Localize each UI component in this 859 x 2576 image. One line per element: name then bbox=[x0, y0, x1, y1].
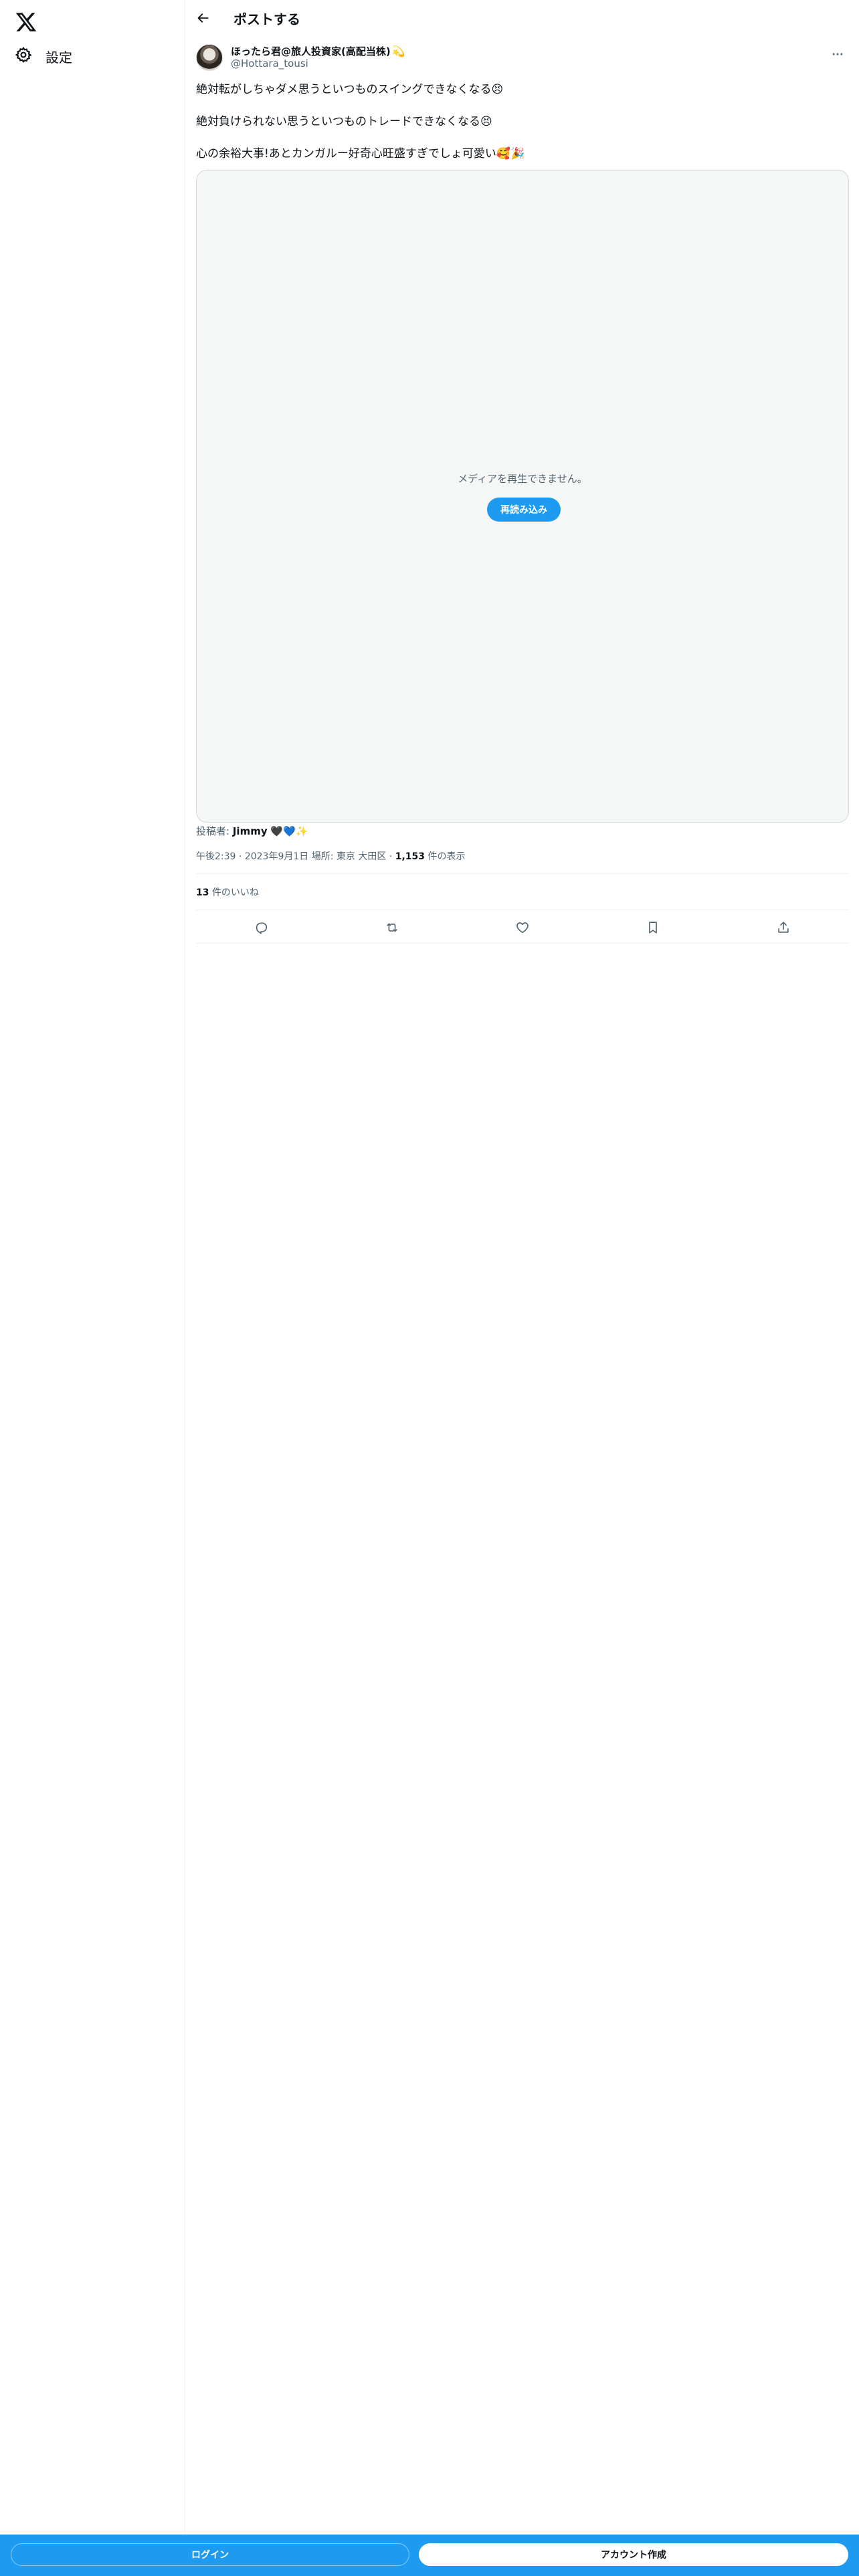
avatar[interactable] bbox=[196, 44, 223, 71]
author-handle[interactable]: @Hottara_tousi bbox=[231, 58, 308, 70]
separator: · bbox=[389, 851, 395, 862]
main-column: ポストする ほったら君@旅人投資家(高配当株) 💫 @Hottara_tousi … bbox=[185, 0, 859, 2535]
posted-by-name[interactable]: Jimmy bbox=[233, 825, 268, 837]
post-text-line: 絶対負けられない思うといつものトレードできなくなる😣 bbox=[196, 115, 492, 128]
gear-icon bbox=[15, 46, 32, 66]
reload-button[interactable]: 再読み込み bbox=[487, 498, 561, 522]
more-button[interactable] bbox=[826, 43, 849, 66]
divider bbox=[196, 909, 849, 910]
share-icon bbox=[778, 922, 789, 933]
sidebar: 設定 bbox=[0, 0, 185, 2576]
location-label: 場所: bbox=[311, 851, 334, 862]
signup-button[interactable]: アカウント作成 bbox=[419, 2543, 848, 2566]
divider bbox=[196, 943, 849, 944]
likes-count: 13 bbox=[196, 887, 209, 898]
back-button[interactable] bbox=[192, 7, 215, 29]
media-container[interactable]: メディアを再生できません。 再読み込み bbox=[196, 170, 849, 823]
page-title: ポストする bbox=[233, 11, 300, 27]
like-button[interactable] bbox=[509, 914, 536, 941]
author-row: ほったら君@旅人投資家(高配当株) 💫 @Hottara_tousi bbox=[196, 43, 849, 72]
login-button[interactable]: ログイン bbox=[11, 2543, 409, 2566]
sidebar-item-settings[interactable]: 設定 bbox=[7, 41, 80, 71]
repost-icon bbox=[387, 923, 397, 932]
like-icon bbox=[516, 922, 529, 934]
reply-button[interactable] bbox=[248, 914, 275, 941]
post-time[interactable]: 午後2:39 bbox=[196, 851, 235, 862]
header: ポストする bbox=[185, 0, 859, 35]
views-label: 件の表示 bbox=[427, 851, 466, 862]
post-date[interactable]: 2023年9月1日 bbox=[245, 851, 308, 862]
divider bbox=[196, 873, 849, 874]
author-name[interactable]: ほったら君@旅人投資家(高配当株) 💫 bbox=[231, 44, 405, 58]
page: 設定 ポストする ほったら君@旅人投資家(高配当株) 💫 @Hottara_tou… bbox=[0, 0, 859, 2576]
bookmark-icon bbox=[649, 922, 658, 934]
bookmark-button[interactable] bbox=[640, 914, 666, 941]
post-text-line: 絶対転がしちゃダメ思うといつものスイングできなくなる😣 bbox=[196, 83, 504, 96]
post-text: 絶対転がしちゃダメ思うといつものスイングできなくなる😣 絶対負けられない思うとい… bbox=[196, 82, 849, 162]
post-text-line: 心の余裕大事!あとカンガルー好奇心旺盛すぎでしょ可愛い🥰🎉 bbox=[196, 147, 525, 160]
sidebar-item-label: 設定 bbox=[45, 49, 72, 66]
arrow-left-icon bbox=[197, 13, 209, 23]
posted-by-emoji: 🖤💙✨ bbox=[270, 825, 308, 837]
views-count: 1,153 bbox=[395, 851, 425, 862]
separator: · bbox=[238, 851, 245, 862]
likes-row[interactable]: 13 件のいいね bbox=[196, 885, 259, 899]
share-button[interactable] bbox=[770, 914, 797, 941]
author-name-text: ほったら君@旅人投資家(高配当株) bbox=[231, 45, 391, 58]
post-location[interactable]: 東京 大田区 bbox=[337, 851, 386, 862]
post-meta: 午後2:39 · 2023年9月1日 場所: 東京 大田区 · 1,153 件の… bbox=[196, 849, 465, 863]
media-error-message: メディアを再生できません。 bbox=[458, 473, 587, 485]
posted-by-label: 投稿者: bbox=[196, 825, 230, 837]
likes-label: 件のいいね bbox=[211, 887, 259, 898]
author-emoji: 💫 bbox=[391, 45, 405, 58]
repost-button[interactable] bbox=[379, 914, 405, 941]
x-logo-icon[interactable] bbox=[9, 5, 43, 39]
more-dots-icon bbox=[832, 53, 843, 56]
posted-by: 投稿者: Jimmy 🖤💙✨ bbox=[196, 824, 308, 838]
reply-icon bbox=[256, 922, 267, 934]
action-bar bbox=[196, 912, 849, 943]
bottom-bar: ログイン アカウント作成 bbox=[0, 2535, 859, 2576]
